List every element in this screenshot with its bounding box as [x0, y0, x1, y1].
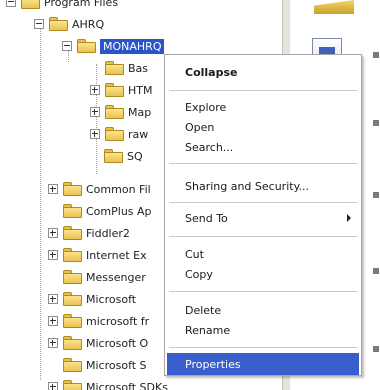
menu-item-search[interactable]: Search... — [167, 136, 359, 158]
expand-icon[interactable] — [48, 250, 58, 260]
tree-item-label: Internet Ex — [86, 248, 147, 262]
folder-icon — [63, 358, 82, 372]
menu-separator — [169, 347, 357, 348]
tree-item-label: Microsoft — [86, 292, 137, 306]
menu-separator — [169, 90, 357, 91]
menu-separator — [169, 202, 357, 203]
menu-item-delete[interactable]: Delete — [167, 299, 359, 321]
tree-item-label: microsoft fr — [86, 314, 150, 328]
tree-item-label: Map — [128, 105, 152, 119]
submenu-arrow-icon — [347, 214, 351, 222]
list-item-marker — [373, 120, 379, 126]
collapse-icon[interactable] — [34, 19, 44, 29]
list-item-marker — [373, 192, 379, 198]
tree-item-label: Microsoft SDKs — [86, 380, 168, 390]
folder-icon — [63, 380, 82, 390]
menu-item-rename[interactable]: Rename — [167, 319, 359, 341]
tree-item-microsoft-o[interactable]: Microsoft O — [48, 332, 148, 354]
menu-item-label: Send To — [185, 211, 228, 225]
tree-item-microsoft-sdks[interactable]: Microsoft SDKs — [48, 376, 168, 390]
menu-separator — [169, 163, 357, 164]
expand-icon[interactable] — [48, 228, 58, 238]
folder-icon — [104, 149, 123, 163]
tree-item-program-files[interactable]: Program Files — [6, 0, 118, 13]
folder-icon — [63, 314, 82, 328]
tree-item-label: raw — [128, 127, 149, 141]
menu-item-sharing-security[interactable]: Sharing and Security... — [167, 175, 359, 197]
list-item-marker — [373, 268, 379, 274]
menu-item-copy[interactable]: Copy — [167, 263, 359, 285]
collapse-icon[interactable] — [6, 0, 16, 7]
folder-icon — [63, 226, 82, 240]
folder-icon — [105, 83, 124, 97]
expand-icon[interactable] — [90, 85, 100, 95]
list-item-marker — [373, 346, 379, 352]
expand-icon[interactable] — [48, 294, 58, 304]
tree-item-microsoft-fr[interactable]: microsoft fr — [48, 310, 149, 332]
tree-item-fiddler2[interactable]: Fiddler2 — [48, 222, 130, 244]
menu-separator — [169, 291, 357, 292]
folder-icon — [63, 270, 82, 284]
tree-item-map[interactable]: Map — [90, 101, 151, 123]
folder-icon — [49, 17, 68, 31]
tree-item-label: Messenger — [86, 270, 146, 284]
folder-icon — [105, 105, 124, 119]
tree-item-htm[interactable]: HTM — [90, 79, 152, 101]
collapse-icon[interactable] — [62, 41, 72, 51]
list-item-marker — [373, 52, 379, 58]
tree-item-sql[interactable]: SQ — [104, 145, 143, 167]
tree-item-internet-explorer[interactable]: Internet Ex — [48, 244, 147, 266]
folder-icon — [105, 61, 124, 75]
tree-item-bas[interactable]: Bas — [90, 57, 148, 79]
context-menu: Collapse Explore Open Search... Sharing … — [164, 54, 362, 376]
tree-item-label: Program Files — [44, 0, 119, 9]
tree-item-label: Fiddler2 — [86, 226, 130, 240]
menu-item-collapse[interactable]: Collapse — [167, 61, 359, 83]
expand-icon[interactable] — [48, 338, 58, 348]
tree-item-label: MONAHRQ — [100, 38, 165, 54]
menu-item-send-to[interactable]: Send To — [167, 207, 359, 229]
folder-icon — [63, 292, 82, 306]
folder-icon — [105, 127, 124, 141]
tree-guide-line — [40, 20, 41, 380]
folder-icon — [63, 204, 82, 218]
tree-item-common-files[interactable]: Common Fil — [48, 178, 151, 200]
tree-item-label: SQ — [127, 149, 143, 163]
folder-icon — [63, 248, 82, 262]
folder-icon — [63, 182, 82, 196]
expand-icon[interactable] — [48, 184, 58, 194]
tree-item-label: Microsoft S — [86, 358, 147, 372]
tree-item-microsoft[interactable]: Microsoft — [48, 288, 136, 310]
folder-icon — [63, 336, 82, 350]
tree-item-label: HTM — [128, 83, 153, 97]
tree-item-label: ComPlus Ap — [86, 204, 152, 218]
tree-item-monahrq[interactable]: MONAHRQ — [62, 35, 165, 57]
tree-item-messenger[interactable]: Messenger — [63, 266, 146, 288]
tree-item-complus[interactable]: ComPlus Ap — [63, 200, 152, 222]
menu-item-open[interactable]: Open — [167, 116, 359, 138]
folder-icon — [21, 0, 40, 9]
tree-item-microsoft-s[interactable]: Microsoft S — [63, 354, 147, 376]
folder-icon — [77, 39, 96, 53]
expand-icon[interactable] — [48, 382, 58, 390]
expand-icon[interactable] — [90, 129, 100, 139]
expand-icon[interactable] — [90, 107, 100, 117]
menu-item-explore[interactable]: Explore — [167, 96, 359, 118]
folder-icon — [314, 0, 354, 14]
menu-item-properties[interactable]: Properties — [167, 353, 359, 375]
menu-separator — [169, 236, 357, 237]
tree-item-label: Common Fil — [86, 182, 151, 196]
tree-item-label: Bas — [128, 61, 149, 75]
tree-item-label: AHRQ — [72, 17, 105, 31]
menu-item-cut[interactable]: Cut — [167, 243, 359, 265]
expand-icon[interactable] — [48, 316, 58, 326]
tree-item-label: Microsoft O — [86, 336, 149, 350]
tree-item-raw[interactable]: raw — [90, 123, 148, 145]
tree-item-ahrq[interactable]: AHRQ — [34, 13, 104, 35]
